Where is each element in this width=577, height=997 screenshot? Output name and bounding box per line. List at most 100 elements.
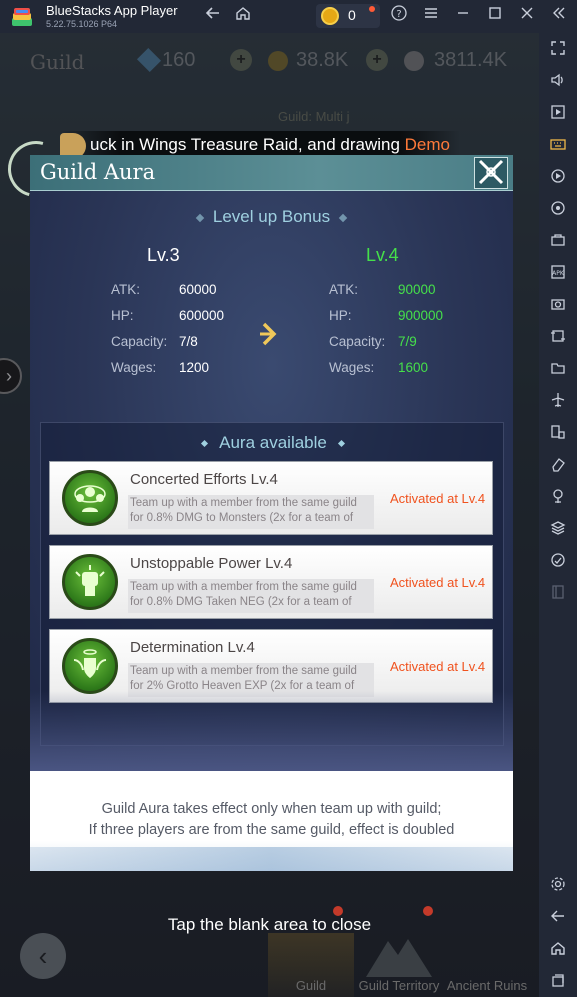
minimize-icon[interactable] — [452, 5, 474, 27]
resize-icon[interactable] — [549, 328, 567, 346]
aura-card[interactable]: Unstoppable Power Lv.4 Team up with a me… — [49, 545, 493, 619]
volume-icon[interactable] — [549, 72, 567, 90]
app-name: BlueStacks App Player — [46, 3, 178, 18]
fist-icon — [62, 554, 118, 610]
nav-guild-label: Guild — [295, 978, 327, 993]
capacity-label: Capacity: — [329, 334, 386, 349]
aura-name: Concerted Efforts Lv.4 — [130, 471, 278, 488]
back-button[interactable]: ‹ — [20, 933, 66, 979]
aura-card[interactable]: Concerted Efforts Lv.4 Team up with a me… — [49, 461, 493, 535]
wages-label: Wages: — [111, 360, 157, 375]
current-atk: 60000 — [179, 282, 217, 297]
marquee-highlight: Demo — [404, 135, 451, 154]
aura-description: Team up with a member from the same guil… — [128, 663, 374, 697]
bluestacks-logo — [12, 8, 32, 26]
multi-instance-icon[interactable] — [549, 424, 567, 442]
next-level: Lv.4 — [366, 245, 399, 265]
aura-status: Activated at Lv.4 — [390, 575, 486, 590]
fullscreen-icon[interactable] — [549, 40, 567, 58]
title-bar: BlueStacks App Player 5.22.75.1026 P64 0… — [0, 0, 577, 33]
close-icon[interactable] — [516, 5, 538, 27]
macro-icon — [549, 584, 567, 602]
right-sidebar: APK — [539, 33, 577, 997]
dialog-header: Guild Aura — [0, 130, 513, 208]
aura-available-heading: Aura available — [41, 433, 505, 453]
nav-ancient-ruins-label: Ancient Ruins — [446, 978, 528, 993]
mountain-icon — [366, 939, 432, 977]
apk-icon[interactable]: APK — [549, 264, 567, 282]
close-button[interactable] — [474, 157, 508, 189]
wages-label: Wages: — [329, 360, 375, 375]
home-icon[interactable] — [549, 940, 567, 958]
arrow-right-icon — [258, 321, 284, 347]
help-icon[interactable]: ? — [388, 5, 410, 27]
collapse-sidebar-icon[interactable] — [548, 5, 570, 27]
nav-guild-territory[interactable]: Guild Territory — [356, 933, 442, 997]
next-atk: 90000 — [398, 282, 436, 297]
aura-name: Determination Lv.4 — [130, 639, 255, 656]
recents-icon[interactable] — [549, 972, 567, 990]
next-wages: 1600 — [398, 360, 429, 375]
airplane-icon[interactable] — [549, 392, 567, 410]
settings-icon[interactable] — [549, 876, 567, 894]
atk-label: ATK: — [329, 282, 359, 297]
media-icon[interactable] — [549, 104, 567, 122]
menu-icon[interactable] — [420, 5, 442, 27]
next-capacity: 7/9 — [398, 334, 417, 349]
dialog-footer: Guild Aura takes effect only when team u… — [30, 771, 513, 871]
nav-guild[interactable]: Guild — [268, 933, 354, 997]
footer-note-line1: Guild Aura takes effect only when team u… — [101, 801, 442, 817]
folder-icon[interactable] — [549, 360, 567, 378]
screenshot-icon[interactable] — [549, 232, 567, 250]
erase-icon[interactable] — [549, 456, 567, 474]
back-arrow-icon[interactable] — [202, 5, 224, 27]
back-icon[interactable] — [549, 908, 567, 926]
rotate-icon[interactable] — [549, 200, 567, 218]
app-version: 5.22.75.1026 P64 — [46, 19, 118, 29]
angel-shield-icon — [62, 638, 118, 694]
dialog-body: Level up Bonus Lv.3 ATK: 60000 HP: 60000… — [30, 191, 513, 771]
current-capacity: 7/8 — [179, 334, 198, 349]
aura-card[interactable]: Determination Lv.4 Team up with a member… — [49, 629, 493, 703]
capacity-label: Capacity: — [111, 334, 168, 349]
coin-counter[interactable]: 0 — [316, 4, 380, 28]
notification-dot — [423, 906, 433, 916]
team-icon — [62, 470, 118, 526]
aura-description: Team up with a member from the same guil… — [128, 495, 374, 529]
next-hp: 900000 — [398, 308, 444, 323]
coin-icon — [321, 7, 339, 25]
maximize-icon[interactable] — [484, 5, 506, 27]
hp-label: HP: — [329, 308, 352, 323]
aura-name: Unstoppable Power Lv.4 — [130, 555, 293, 572]
aura-status: Activated at Lv.4 — [390, 659, 486, 674]
coin-count: 0 — [348, 7, 356, 23]
notification-dot — [369, 6, 375, 12]
layers-icon[interactable] — [549, 520, 567, 538]
level-up-heading: Level up Bonus — [30, 207, 513, 227]
nav-ancient-ruins[interactable]: Ancient Ruins — [444, 933, 530, 997]
bottom-nav: ‹ Guild Guild Territory Ancient Ruins — [0, 903, 539, 997]
svg-text:?: ? — [396, 9, 401, 20]
eco-icon[interactable] — [549, 552, 567, 570]
decorative-swoosh — [30, 847, 513, 871]
camera-icon[interactable] — [549, 296, 567, 314]
aura-description: Team up with a member from the same guil… — [128, 579, 374, 613]
hp-label: HP: — [111, 308, 134, 323]
atk-label: ATK: — [111, 282, 141, 297]
current-wages: 1200 — [179, 360, 210, 375]
aura-status: Activated at Lv.4 — [390, 491, 486, 506]
current-level: Lv.3 — [147, 245, 180, 265]
record-icon[interactable] — [549, 168, 567, 186]
aura-panel: Aura available Concerted Efforts Lv.4 Te… — [40, 422, 504, 746]
marquee-text: uck in Wings Treasure Raid, and drawing … — [90, 135, 451, 154]
location-icon[interactable] — [549, 488, 567, 506]
svg-text:APK: APK — [552, 270, 565, 277]
notification-dot — [333, 906, 343, 916]
home-icon[interactable] — [232, 5, 254, 27]
guild-aura-dialog: Guild Aura Level up Bonus Lv.3 ATK: 6000… — [0, 130, 513, 873]
nav-guild-territory-label: Guild Territory — [358, 978, 440, 993]
close-icon — [478, 159, 504, 185]
current-hp: 600000 — [179, 308, 225, 323]
dialog-title: Guild Aura — [40, 160, 156, 184]
keyboard-icon[interactable] — [549, 136, 567, 154]
